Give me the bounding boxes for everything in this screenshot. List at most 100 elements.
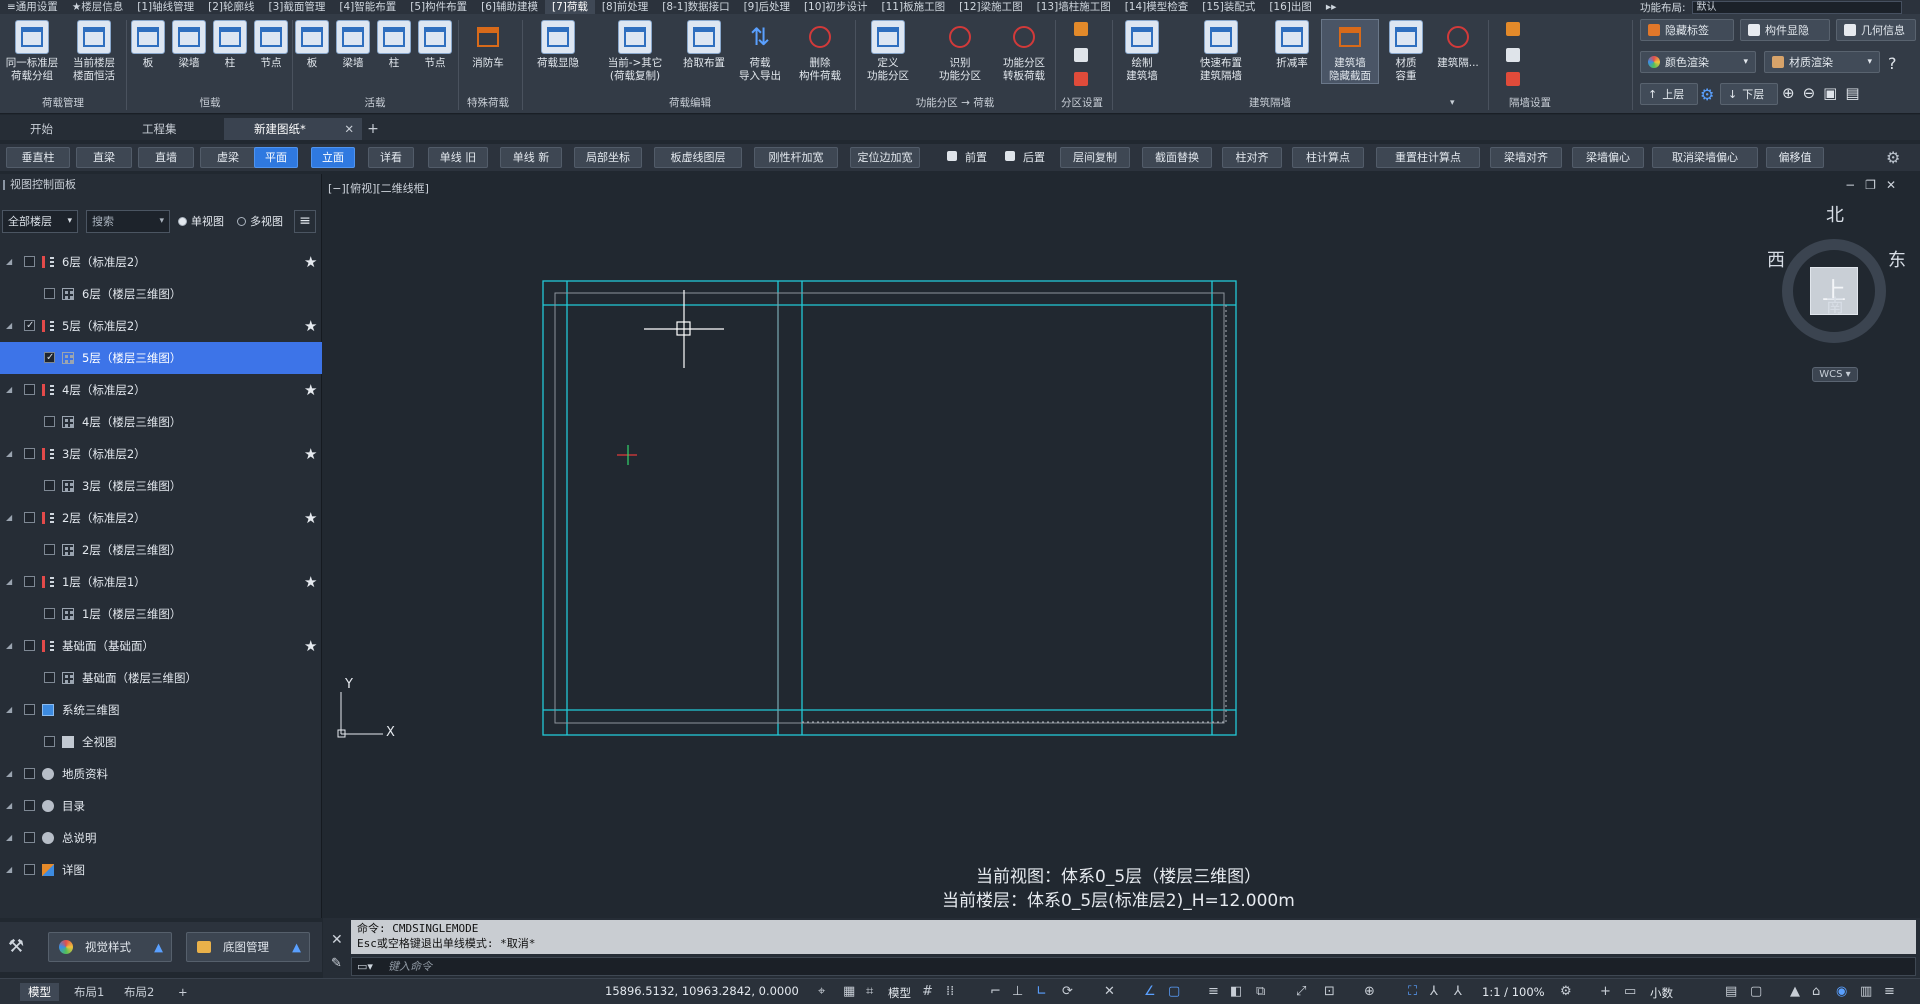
fire-truck-button[interactable]: 消防车 — [460, 20, 516, 70]
menu-slab-drawing[interactable]: [11]板施工图 — [875, 0, 953, 14]
star-icon[interactable]: ★ — [304, 310, 317, 342]
tree-item[interactable]: ◢ 1层（标准层1） ★ — [0, 566, 322, 598]
partition-more-button[interactable]: 建筑隔... — [1430, 20, 1486, 70]
gear-icon[interactable]: ⚙ — [1886, 148, 1900, 167]
object-snap-track-icon[interactable]: ✕ — [1104, 984, 1115, 999]
monitor-icon[interactable]: ▭ — [1624, 984, 1636, 999]
vertical-column-button[interactable]: 垂直柱 — [6, 147, 70, 168]
zone-setting-icon-3[interactable] — [1074, 72, 1088, 86]
compass-north[interactable]: 北 — [1826, 201, 1844, 227]
rigid-bar-widen-button[interactable]: 刚性杆加宽 — [754, 147, 838, 168]
tab-layout2[interactable]: 布局2 — [116, 983, 162, 1001]
ortho-icon[interactable]: ⊥ — [1012, 984, 1023, 999]
import-export-button[interactable]: ⇅ 荷载 导入导出 — [732, 20, 788, 83]
snap-icon[interactable]: ⁞⁞ — [946, 984, 954, 999]
menu-wall-column-drawing[interactable]: [13]墙柱施工图 — [1030, 0, 1118, 14]
menu-preliminary[interactable]: [10]初步设计 — [797, 0, 875, 14]
plan-view-button[interactable]: 平面 — [254, 147, 298, 168]
tree-item[interactable]: 6层（楼层三维图） — [0, 278, 322, 310]
tree-checkbox[interactable] — [24, 704, 35, 715]
compass-east[interactable]: 东 — [1888, 246, 1906, 272]
reset-column-calc-point-button[interactable]: 重置柱计算点 — [1376, 147, 1480, 168]
annotation-visibility-icon[interactable]: ⛶ — [1408, 984, 1417, 999]
expand-toggle-icon[interactable]: ◢ — [6, 438, 12, 470]
menu-prefab[interactable]: [15]装配式 — [1195, 0, 1262, 14]
tab-layout1[interactable]: 布局1 — [66, 983, 112, 1001]
menu-outline[interactable]: [2]轮廓线 — [201, 0, 261, 14]
local-coords-button[interactable]: 局部坐标 — [574, 147, 642, 168]
compass-west[interactable]: 西 — [1767, 246, 1785, 272]
search-input[interactable]: 搜索 ▾ — [86, 210, 170, 233]
isometric-icon[interactable]: ⟳ — [1062, 984, 1073, 999]
menu-postprocess[interactable]: [9]后处理 — [737, 0, 797, 14]
star-icon[interactable]: ★ — [304, 630, 317, 662]
zoom-out-icon[interactable]: ⊖ — [1803, 84, 1824, 102]
lock-ui-icon[interactable]: ▢ — [1750, 984, 1762, 999]
transparency-icon[interactable]: ◧ — [1230, 984, 1242, 999]
cancel-eccentric-button[interactable]: 取消梁墙偏心 — [1652, 147, 1758, 168]
star-icon[interactable]: ★ — [304, 374, 317, 406]
cursor-mode-icon[interactable]: ⌖ — [818, 984, 825, 999]
polar-icon[interactable]: ∟ — [1036, 984, 1047, 999]
expand-toggle-icon[interactable]: ◢ — [6, 790, 12, 822]
dynamic-ucs-icon[interactable]: ⊡ — [1324, 984, 1335, 999]
tree-item[interactable]: ◢ 详图 — [0, 854, 322, 886]
tree-item[interactable]: ◢ 5层（标准层2） ★ — [0, 310, 322, 342]
menu-load[interactable]: [7]荷载 — [544, 0, 595, 14]
menu-general-settings[interactable]: ≡通用设置 — [0, 0, 65, 14]
tree-item[interactable]: ◢ 地质资料 — [0, 758, 322, 790]
expand-toggle-icon[interactable]: ◢ — [6, 694, 12, 726]
menu-member-layout[interactable]: [5]构件布置 — [403, 0, 474, 14]
add-layout-button[interactable]: + — [170, 983, 196, 1001]
tab-project-set[interactable]: 工程集 — [112, 118, 224, 140]
3d-snap-icon[interactable]: ⤢ — [1296, 984, 1306, 999]
star-icon[interactable]: ★ — [304, 502, 317, 534]
menu-aux-model[interactable]: [6]辅助建模 — [474, 0, 545, 14]
floor-copy-button[interactable]: 层间复制 — [1060, 147, 1130, 168]
tree-item[interactable]: 1层（楼层三维图） — [0, 598, 322, 630]
tree-item[interactable]: ◢ 基础面（基础面） ★ — [0, 630, 322, 662]
help-icon[interactable]: ? — [1888, 54, 1897, 73]
virtual-beam-button[interactable]: 虚梁 — [200, 147, 256, 168]
zoom-in-icon[interactable]: ⊕ — [1782, 84, 1803, 102]
load-copy-button[interactable]: 当前->其它 (荷载复制) — [602, 20, 668, 83]
menu-model-check[interactable]: [14]模型检查 — [1118, 0, 1196, 14]
tree-checkbox[interactable] — [24, 768, 35, 779]
menu-beam-drawing[interactable]: [12]梁施工图 — [952, 0, 1030, 14]
zoom-window-icon[interactable]: ▤ — [1845, 84, 1867, 102]
units-dropdown[interactable]: 小数 — [1650, 985, 1673, 1001]
up-floor-button[interactable]: ↑ 上层 — [1640, 83, 1698, 105]
tree-checkbox[interactable] — [24, 512, 35, 523]
tree-item[interactable]: 4层（楼层三维图） — [0, 406, 322, 438]
wcs-dropdown[interactable]: WCS ▾ — [1812, 367, 1858, 382]
tree-item[interactable]: 3层（楼层三维图） — [0, 470, 322, 502]
tree-checkbox[interactable] — [24, 384, 35, 395]
bring-front-button[interactable]: 前置 — [936, 147, 992, 168]
tree-item[interactable]: 基础面（楼层三维图） — [0, 662, 322, 694]
menu-icon[interactable]: ≡ — [294, 210, 316, 233]
tree-item[interactable]: ◢ 目录 — [0, 790, 322, 822]
tree-checkbox[interactable] — [24, 576, 35, 587]
slab-dashed-layer-button[interactable]: 板虚线图层 — [654, 147, 742, 168]
clean-screen-icon[interactable]: ◉ — [1836, 984, 1847, 999]
tree-item[interactable]: 2层（楼层三维图） — [0, 534, 322, 566]
expand-toggle-icon[interactable]: ◢ — [6, 374, 12, 406]
infer-icon[interactable]: ⌐ — [990, 984, 1001, 999]
floor-load-button[interactable]: 当前楼层 楼面恒活 — [66, 20, 122, 83]
single-line-new-button[interactable]: 单线 新 — [500, 147, 562, 168]
tree-checkbox[interactable] — [44, 288, 55, 299]
floor-settings-icon[interactable]: ⚙ — [1700, 85, 1714, 104]
filter-icon[interactable]: ⊕ — [1364, 984, 1375, 999]
tree-checkbox[interactable] — [44, 480, 55, 491]
close-icon[interactable]: ✕ — [344, 118, 354, 140]
expand-chevron-icon[interactable]: ▾ — [1450, 98, 1455, 108]
geometry-info-button[interactable]: 几何信息 — [1836, 19, 1916, 41]
tree-item[interactable]: ◢ 总说明 — [0, 822, 322, 854]
lineweight-icon[interactable]: ≡ — [1208, 984, 1219, 999]
scale-icon[interactable]: ⌗ — [866, 984, 873, 999]
tree-checkbox[interactable] — [24, 256, 35, 267]
model-space-label[interactable]: 模型 — [888, 985, 911, 1001]
workspace-icon[interactable]: ⚙ — [1560, 984, 1572, 999]
material-render-dropdown[interactable]: 材质渲染 ▾ — [1764, 51, 1880, 73]
tree-item[interactable]: ◢ 系统三维图 — [0, 694, 322, 726]
